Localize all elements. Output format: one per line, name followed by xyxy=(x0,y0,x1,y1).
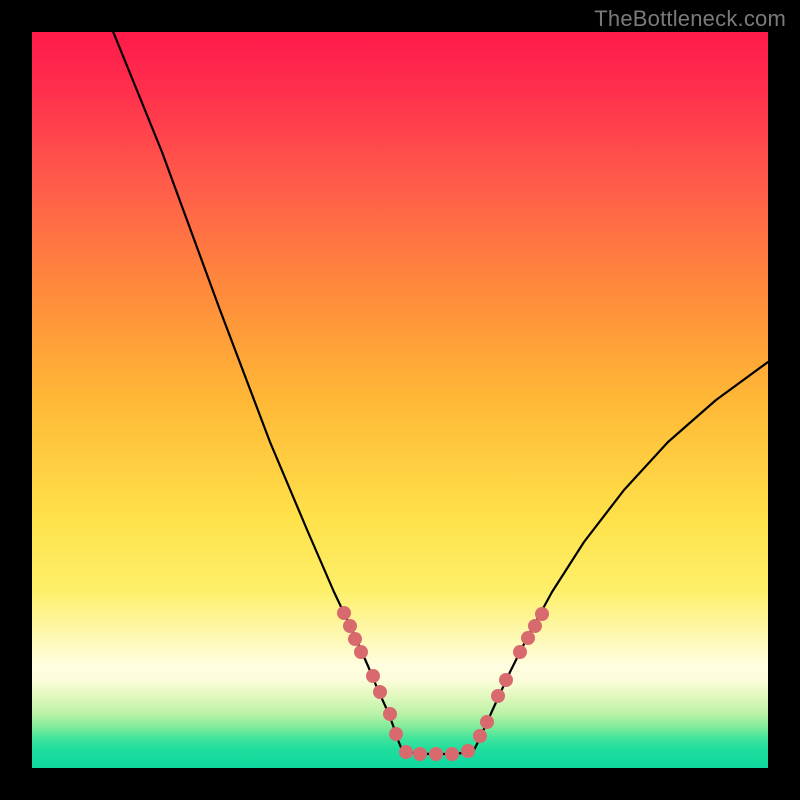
data-dot xyxy=(521,631,535,645)
watermark-label: TheBottleneck.com xyxy=(594,6,786,32)
data-dot xyxy=(389,727,403,741)
data-dot xyxy=(513,645,527,659)
data-dot xyxy=(429,747,443,761)
data-dot xyxy=(366,669,380,683)
plot-area xyxy=(32,32,768,768)
data-dot xyxy=(480,715,494,729)
data-dot xyxy=(354,645,368,659)
data-dot xyxy=(337,606,351,620)
data-dot xyxy=(373,685,387,699)
data-dot xyxy=(499,673,513,687)
data-dot xyxy=(383,707,397,721)
data-dot xyxy=(461,744,475,758)
data-dot xyxy=(473,729,487,743)
bottleneck-curve xyxy=(110,32,768,754)
full-curve xyxy=(110,32,768,754)
data-dot xyxy=(535,607,549,621)
chart-frame: TheBottleneck.com xyxy=(0,0,800,800)
chart-svg xyxy=(32,32,768,768)
data-dots xyxy=(337,606,549,761)
data-dot xyxy=(491,689,505,703)
data-dot xyxy=(343,619,357,633)
data-dot xyxy=(528,619,542,633)
data-dot xyxy=(399,745,413,759)
data-dot xyxy=(413,747,427,761)
data-dot xyxy=(348,632,362,646)
data-dot xyxy=(445,747,459,761)
